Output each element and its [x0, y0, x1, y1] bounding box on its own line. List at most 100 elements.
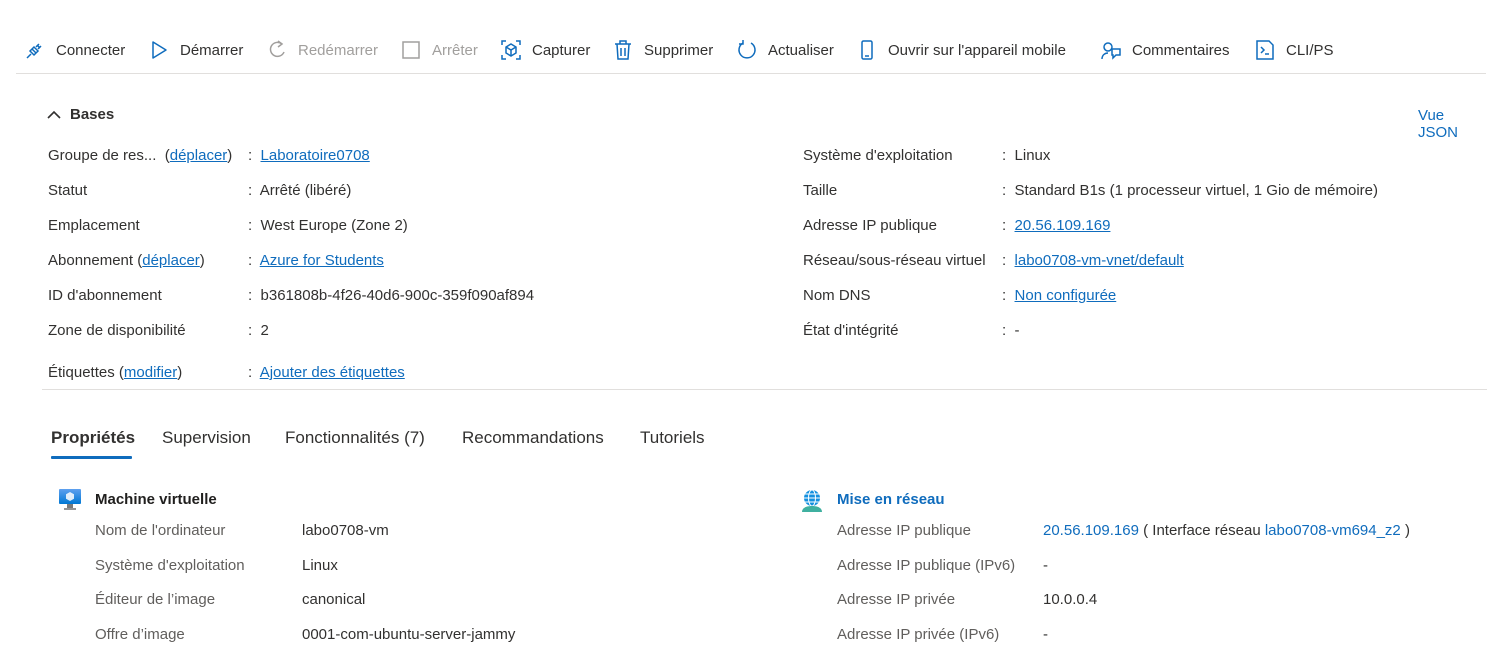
nic-link[interactable]: labo0708-vm694_z2	[1265, 522, 1401, 539]
tab-capabilities[interactable]: Fonctionnalités (7)	[285, 428, 425, 448]
delete-button[interactable]: Supprimer	[612, 39, 713, 61]
status-value: : Arrêté (libéré)	[248, 182, 352, 199]
open-mobile-button[interactable]: Ouvrir sur l'appareil mobile	[856, 39, 1066, 61]
chevron-up-icon	[47, 110, 61, 119]
size-value-text: Standard B1s (1 processeur virtuel, 1 Gi…	[1014, 182, 1379, 199]
image-offer-label: Offre d’image	[95, 626, 185, 643]
open-mobile-label: Ouvrir sur l'appareil mobile	[888, 41, 1066, 59]
health-label: État d'intégrité	[803, 322, 899, 339]
resource-group-label: Groupe de res... (déplacer)	[48, 147, 233, 164]
location-value: : West Europe (Zone 2)	[248, 217, 408, 234]
ipv6-public-label: Adresse IP publique (IPv6)	[837, 557, 1016, 574]
subscription-link[interactable]: Azure for Students	[260, 252, 384, 269]
add-tags-link[interactable]: Ajouter des étiquettes	[260, 364, 405, 381]
resource-group-move-link[interactable]: déplacer	[170, 147, 228, 164]
connect-button[interactable]: Connecter	[24, 39, 125, 61]
active-tab-indicator	[51, 456, 132, 459]
health-value: : -	[1002, 322, 1020, 339]
private-ip-value: 10.0.0.4	[1043, 591, 1098, 608]
capture-button[interactable]: Capturer	[500, 39, 590, 61]
public-ip-label: Adresse IP publique	[803, 217, 937, 234]
stop-button[interactable]: Arrêter	[400, 39, 478, 61]
net-public-ip-label: Adresse IP publique	[837, 522, 971, 539]
location-label: Emplacement	[48, 217, 140, 234]
ipv6-private-label: Adresse IP privée (IPv6)	[837, 626, 1000, 643]
net-public-ip-row: 20.56.109.169 ( Interface réseau labo070…	[1043, 522, 1410, 539]
resource-group-value: : Laboratoire0708	[248, 147, 370, 164]
vnet-value: : labo0708-vm-vnet/default	[1002, 252, 1184, 269]
trash-icon	[615, 40, 631, 60]
availability-zone-value: : 2	[248, 322, 269, 339]
vnet-link[interactable]: labo0708-vm-vnet/default	[1015, 252, 1184, 269]
image-offer-value: 0001-com-ubuntu-server-jammy	[302, 626, 516, 643]
nic-suffix: )	[1404, 522, 1410, 539]
feedback-icon	[1101, 42, 1121, 60]
public-ip-value: : 20.56.109.169	[1002, 217, 1111, 234]
computer-name-label: Nom de l'ordinateur	[95, 522, 226, 539]
essentials-toggle[interactable]: Bases	[46, 106, 114, 123]
subscription-id-text: b361808b-4f26-40d6-900c-359f090af894	[260, 287, 535, 304]
resource-group-label-text: Groupe de res...	[48, 147, 157, 164]
status-label: Statut	[48, 182, 88, 199]
image-publisher-label: Éditeur de l’image	[95, 591, 216, 608]
vnet-label: Réseau/sous-réseau virtuel	[803, 252, 986, 269]
public-ip-link[interactable]: 20.56.109.169	[1015, 217, 1111, 234]
restart-icon	[269, 40, 285, 58]
dns-value: : Non configurée	[1002, 287, 1117, 304]
mobile-icon	[861, 40, 873, 60]
tab-recommendations[interactable]: Recommandations	[462, 428, 604, 448]
tags-value: : Ajouter des étiquettes	[248, 364, 405, 381]
vm-os-value: Linux	[302, 557, 338, 574]
capture-label: Capturer	[532, 41, 591, 59]
feedback-button[interactable]: Commentaires	[1100, 39, 1230, 61]
tags-modify-link[interactable]: modifier	[124, 364, 177, 381]
subscription-value: : Azure for Students	[248, 252, 384, 269]
os-value: : Linux	[1002, 147, 1051, 164]
play-icon	[152, 41, 167, 59]
tab-tutorials[interactable]: Tutoriels	[640, 428, 705, 448]
tab-properties[interactable]: Propriétés	[51, 428, 135, 448]
private-ip-label: Adresse IP privée	[837, 591, 956, 608]
refresh-label: Actualiser	[768, 41, 834, 59]
location-value-text: West Europe (Zone 2)	[260, 217, 408, 234]
subscription-id-label: ID d'abonnement	[48, 287, 162, 304]
command-bar: Connecter Démarrer Redémarrer Arrêter Ca…	[16, 28, 1486, 74]
dns-link[interactable]: Non configurée	[1015, 287, 1117, 304]
computer-name-value: labo0708-vm	[302, 522, 389, 539]
restart-button[interactable]: Redémarrer	[266, 39, 378, 61]
cli-icon	[1256, 40, 1274, 60]
feedback-label: Commentaires	[1132, 41, 1230, 59]
cli-ps-button[interactable]: CLI/PS	[1254, 39, 1334, 61]
availability-zone-text: 2	[260, 322, 269, 339]
resource-group-link[interactable]: Laboratoire0708	[261, 147, 370, 164]
ipv6-private-value: -	[1043, 626, 1048, 643]
stop-label: Arrêter	[432, 41, 478, 59]
delete-label: Supprimer	[644, 41, 714, 59]
subscription-id-value: : b361808b-4f26-40d6-900c-359f090af894	[248, 287, 535, 304]
size-value: : Standard B1s (1 processeur virtuel, 1 …	[1002, 182, 1379, 199]
networking-icon	[802, 489, 822, 512]
connect-label: Connecter	[56, 41, 126, 59]
tab-monitoring[interactable]: Supervision	[162, 428, 251, 448]
tags-label-text: Étiquettes	[48, 364, 115, 381]
refresh-button[interactable]: Actualiser	[736, 39, 834, 61]
start-button[interactable]: Démarrer	[148, 39, 243, 61]
status-value-text: Arrêté (libéré)	[259, 182, 352, 199]
os-label: Système d'exploitation	[803, 147, 953, 164]
vm-os-label: Système d'exploitation	[95, 557, 245, 574]
subscription-move-link[interactable]: déplacer	[142, 252, 200, 269]
virtual-machine-icon	[59, 489, 81, 510]
dns-label: Nom DNS	[803, 287, 871, 304]
ipv6-public-value: -	[1043, 557, 1048, 574]
capture-icon	[501, 40, 521, 60]
refresh-icon	[738, 40, 756, 59]
network-section-title[interactable]: Mise en réseau	[837, 491, 945, 508]
os-value-text: Linux	[1014, 147, 1051, 164]
net-public-ip-link[interactable]: 20.56.109.169	[1043, 522, 1139, 539]
json-view-link[interactable]: Vue JSON	[1418, 107, 1487, 141]
nic-prefix: ( Interface réseau	[1143, 522, 1261, 539]
essentials-title: Bases	[70, 106, 115, 123]
restart-label: Redémarrer	[298, 41, 379, 59]
image-publisher-value: canonical	[302, 591, 366, 608]
size-label: Taille	[803, 182, 838, 199]
